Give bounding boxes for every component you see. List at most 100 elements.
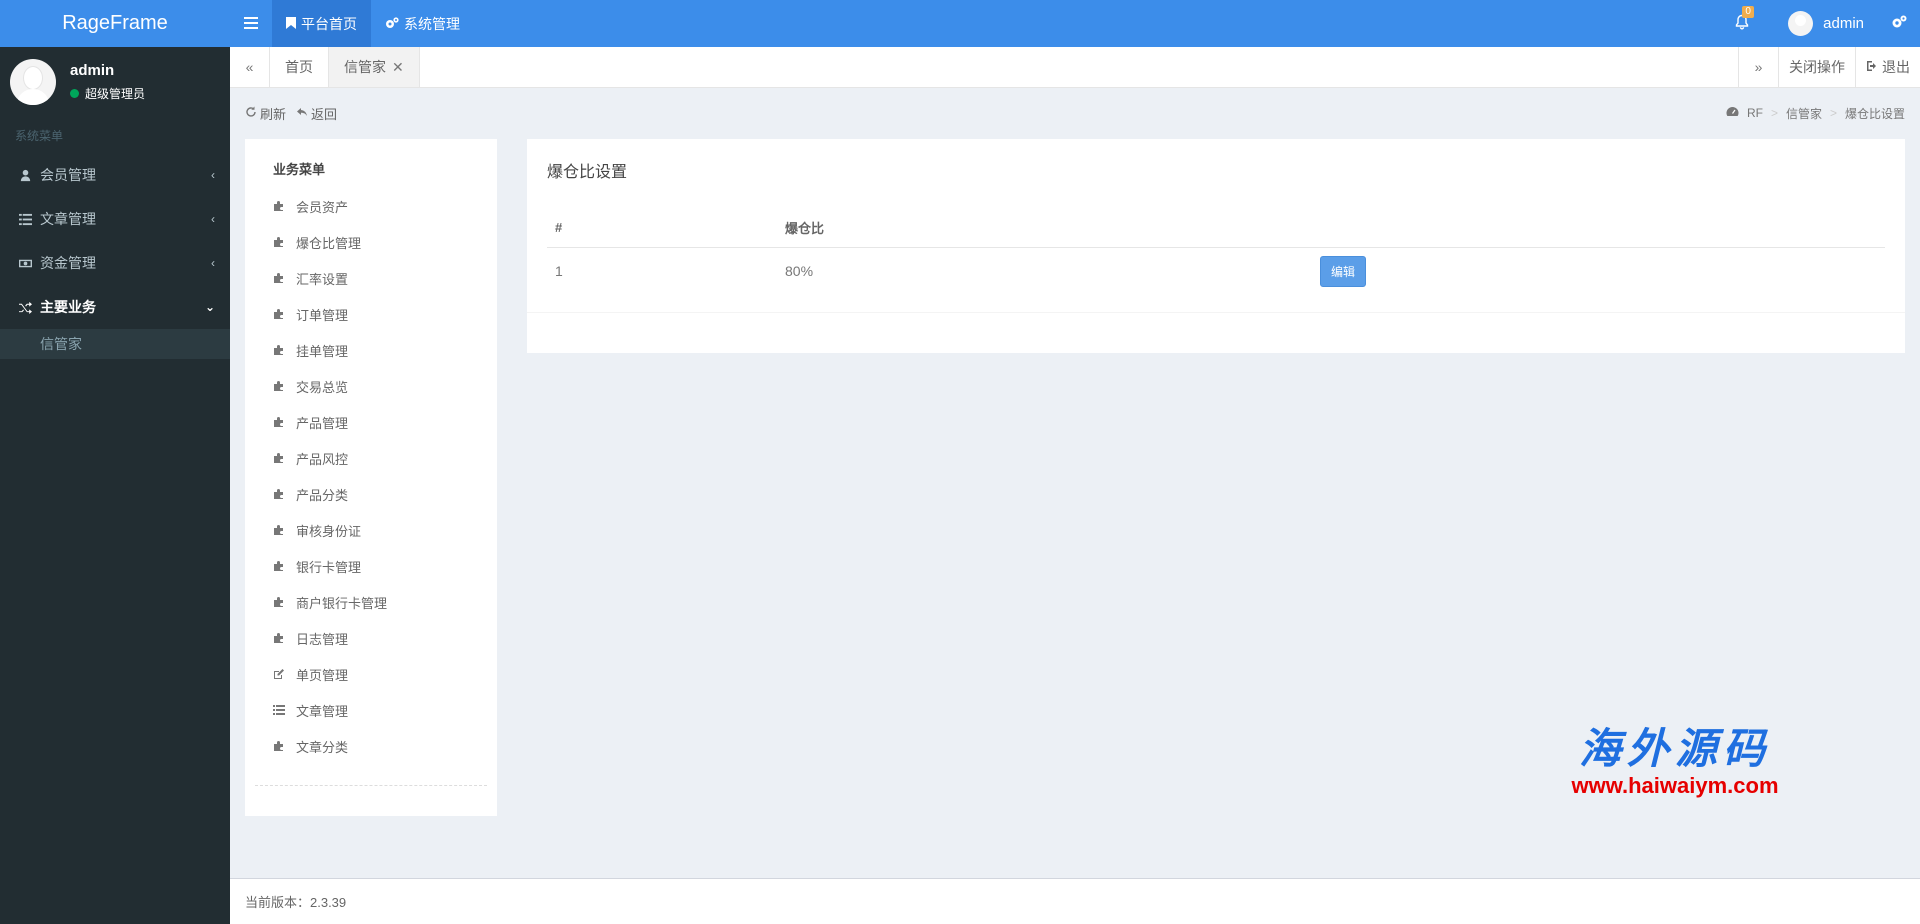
business-menu-label: 文章分类 bbox=[296, 739, 349, 755]
edit-button[interactable]: 编辑 bbox=[1320, 255, 1367, 287]
puzzle-icon bbox=[273, 596, 287, 608]
business-menu-title: 业务菜单 bbox=[273, 162, 326, 177]
refresh-button[interactable]: 刷新 bbox=[245, 104, 286, 123]
business-menu-item[interactable]: 订单管理 bbox=[245, 296, 497, 332]
column-header-ratio: 爆仓比 bbox=[785, 221, 825, 236]
divider bbox=[527, 312, 1905, 313]
breadcrumb-separator: > bbox=[1770, 106, 1778, 120]
business-menu-item[interactable]: 文章分类 bbox=[245, 728, 497, 764]
business-menu-item[interactable]: 文章管理 bbox=[245, 692, 497, 728]
settings-button[interactable] bbox=[1878, 0, 1920, 47]
watermark-url-text: www.haiwaiym.com bbox=[1571, 773, 1779, 798]
sidebar-item-main-business[interactable]: 主要业务 ⌄ bbox=[0, 285, 230, 329]
tabs-bar: « 首页 信管家 ✕ » 关闭操作 退出 bbox=[230, 47, 1920, 88]
business-menu-item[interactable]: 产品风控 bbox=[245, 440, 497, 476]
cell-id: 1 bbox=[555, 263, 563, 279]
puzzle-icon bbox=[273, 308, 287, 320]
top-menu-home[interactable]: 平台首页 bbox=[272, 0, 371, 47]
tab-label: 信管家 bbox=[344, 59, 386, 75]
close-icon[interactable]: ✕ bbox=[392, 59, 404, 76]
version-text: 当前版本：2.3.39 bbox=[245, 895, 347, 910]
top-menu-system[interactable]: 系统管理 bbox=[371, 0, 474, 47]
logout-label: 退出 bbox=[1882, 59, 1910, 75]
business-menu-item[interactable]: 产品分类 bbox=[245, 476, 497, 512]
business-menu-item[interactable]: 会员资产 bbox=[245, 188, 497, 224]
user-menu[interactable]: admin bbox=[1774, 11, 1878, 36]
user-icon bbox=[18, 168, 32, 182]
app-logo[interactable]: RageFrame bbox=[0, 0, 230, 47]
sidebar-item-articles[interactable]: 文章管理 ‹ bbox=[0, 197, 230, 241]
sidebar-item-funds[interactable]: 资金管理 ‹ bbox=[0, 241, 230, 285]
notifications-button[interactable]: 0 bbox=[1722, 0, 1762, 47]
business-menu-item[interactable]: 爆仓比管理 bbox=[245, 224, 497, 260]
breadcrumb-item[interactable]: 信管家 bbox=[1786, 105, 1822, 122]
puzzle-icon bbox=[273, 416, 287, 428]
notification-count-badge: 0 bbox=[1742, 6, 1755, 18]
business-menu-item[interactable]: 日志管理 bbox=[245, 620, 497, 656]
breadcrumb-separator: > bbox=[1829, 106, 1837, 120]
sidebar-item-label: 资金管理 bbox=[40, 255, 96, 271]
sidebar-username: admin bbox=[70, 62, 115, 79]
double-chevron-left-icon: « bbox=[245, 59, 254, 75]
watermark: 海外源码 www.haiwaiym.com bbox=[1520, 725, 1830, 799]
puzzle-icon bbox=[273, 488, 287, 500]
gears-icon bbox=[385, 16, 399, 32]
business-menu-panel: 业务菜单 会员资产 爆仓比管理汇率设置订单管理挂单管理交易总览产品管理产品风控 产品… bbox=[245, 139, 497, 816]
sidebar-subitem-xinguanjia[interactable]: 信管家 bbox=[0, 329, 230, 359]
puzzle-icon bbox=[273, 200, 287, 212]
tab-xinguanjia[interactable]: 信管家 ✕ bbox=[329, 47, 420, 87]
sidebar-toggle-button[interactable] bbox=[230, 0, 272, 47]
table-row: 1 80% 编辑 bbox=[547, 248, 1885, 294]
tabs-scroll-left-button[interactable]: « bbox=[230, 47, 270, 87]
chevron-left-icon: ‹ bbox=[211, 168, 215, 182]
puzzle-icon bbox=[273, 452, 287, 464]
user-role-label: 超级管理员 bbox=[85, 87, 146, 101]
business-menu-label: 产品管理 bbox=[296, 415, 349, 431]
chevron-left-icon: ‹ bbox=[211, 212, 215, 226]
watermark-cn-text: 海外源码 bbox=[1578, 724, 1771, 773]
breadcrumb-item[interactable]: RF bbox=[1747, 106, 1763, 120]
top-menu-label: 平台首页 bbox=[301, 15, 357, 32]
breadcrumb-item-current: 爆仓比设置 bbox=[1844, 106, 1905, 121]
sidebar-item-members[interactable]: 会员管理 ‹ bbox=[0, 153, 230, 197]
bookmark-icon bbox=[286, 16, 296, 32]
sidebar: admin 超级管理员 系统菜单 会员管理 ‹ 文章管理 ‹ 资金管理 ‹ 主要… bbox=[0, 47, 230, 924]
cell-ratio: 80% bbox=[785, 263, 814, 279]
business-menu-label: 挂单管理 bbox=[296, 343, 349, 359]
avatar bbox=[1788, 11, 1814, 36]
business-menu-item[interactable]: 挂单管理 bbox=[245, 332, 497, 368]
chevron-down-icon: ⌄ bbox=[204, 300, 215, 314]
business-menu-label: 银行卡管理 bbox=[296, 559, 362, 575]
business-menu-label: 汇率设置 bbox=[296, 271, 349, 287]
reply-icon bbox=[296, 106, 308, 121]
content-header: 刷新 返回 RF > 信管家 > 爆仓比设置 bbox=[230, 98, 1920, 128]
ratio-table: # 爆仓比 1 80% 编辑 bbox=[547, 208, 1885, 294]
puzzle-icon bbox=[273, 560, 287, 572]
business-menu-item[interactable]: 产品管理 bbox=[245, 404, 497, 440]
tab-home[interactable]: 首页 bbox=[270, 47, 329, 87]
tabs-scroll-right-button[interactable]: » bbox=[1738, 47, 1778, 87]
business-menu-item[interactable]: 交易总览 bbox=[245, 368, 497, 404]
online-status-icon bbox=[70, 89, 79, 98]
back-label: 返回 bbox=[311, 106, 338, 122]
business-menu-item[interactable]: 单页管理 bbox=[245, 656, 497, 692]
double-chevron-right-icon: » bbox=[1754, 59, 1763, 75]
business-menu-item[interactable]: 商户银行卡管理 bbox=[245, 584, 497, 620]
logout-button[interactable]: 退出 bbox=[1855, 47, 1920, 87]
business-menu-item[interactable]: 银行卡管理 bbox=[245, 548, 497, 584]
avatar bbox=[10, 59, 56, 105]
business-menu-item[interactable]: 审核身份证 bbox=[245, 512, 497, 548]
back-button[interactable]: 返回 bbox=[296, 104, 337, 123]
business-menu-label: 日志管理 bbox=[296, 631, 349, 647]
dashboard-icon bbox=[1726, 106, 1739, 120]
top-menu-label: 系统管理 bbox=[404, 15, 460, 32]
puzzle-icon bbox=[273, 380, 287, 392]
business-menu-item[interactable]: 汇率设置 bbox=[245, 260, 497, 296]
puzzle-icon bbox=[273, 740, 287, 752]
sign-out-icon bbox=[1866, 59, 1878, 75]
column-header-id: # bbox=[555, 220, 563, 235]
close-operations-button[interactable]: 关闭操作 bbox=[1778, 47, 1855, 87]
business-menu-label: 审核身份证 bbox=[296, 523, 362, 539]
username: admin bbox=[1823, 15, 1864, 32]
sidebar-item-label: 文章管理 bbox=[40, 211, 96, 227]
